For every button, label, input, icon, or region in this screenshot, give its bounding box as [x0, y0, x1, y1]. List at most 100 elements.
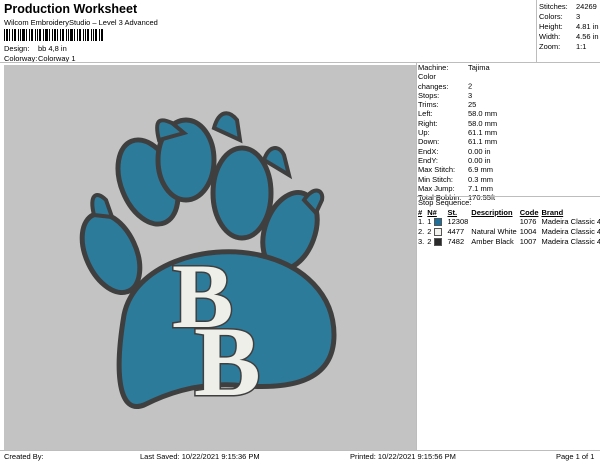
row-description — [471, 217, 519, 227]
spec-label: Left: — [418, 109, 433, 119]
spec-label: Trims: — [418, 100, 439, 110]
stop-sequence-title: Stop Sequence: — [418, 198, 472, 207]
color-swatch — [434, 228, 443, 237]
design-row: Design: bb 4,8 in — [4, 44, 67, 53]
spec-label: Min Stitch: — [418, 174, 454, 184]
design-value: bb 4,8 in — [38, 44, 67, 53]
spec-value: 6.9 mm — [468, 165, 494, 175]
barcode-image — [4, 29, 103, 41]
row-num: 2. — [418, 227, 425, 236]
spec-value: 7.1 mm — [468, 183, 494, 193]
col-description: Description — [471, 208, 513, 217]
header-divider — [0, 62, 600, 63]
row-brand: Madeira Classic 40 — [541, 227, 600, 236]
last-saved: Last Saved: 10/22/2021 9:15:36 PM — [140, 452, 260, 461]
design-preview: B B — [4, 65, 416, 450]
row-code: 1076 — [519, 217, 537, 226]
stat-colors: Colors: 3 — [539, 12, 599, 22]
stat-label: Height: — [539, 22, 563, 31]
spec-label: Max Stitch: — [418, 165, 456, 175]
stat-zoom: Zoom: 1:1 — [539, 42, 599, 52]
row-brand: Madeira Classic 40 — [541, 217, 600, 226]
spec-label: Color changes: — [418, 72, 449, 91]
spec-value: 25 — [468, 100, 477, 110]
spec-value: 58.0 mm — [468, 109, 498, 119]
spec-value: 170.55ft — [468, 193, 496, 203]
row-num: 1. — [418, 217, 425, 226]
spec-row: Max Jump: 7.1 mm — [418, 184, 497, 193]
color-swatch — [434, 218, 443, 227]
table-header-row: # N# St. Description Code Brand — [418, 208, 600, 217]
spec-label: EndX: — [418, 146, 439, 156]
spec-row: Trims: 25 — [418, 100, 497, 109]
table-row: 2. 2 4477 Natural White 1004 Madeira Classic … — [418, 227, 600, 237]
spec-label: Down: — [418, 137, 440, 147]
spec-label: Machine: — [418, 63, 449, 72]
needle-number: 2 — [427, 237, 432, 246]
created-by: Created By: — [4, 452, 44, 461]
row-code: 1004 — [519, 227, 537, 236]
spec-value: 2 — [468, 81, 473, 91]
printed-date: Printed: 10/22/2021 9:15:56 PM — [350, 452, 456, 461]
col-stitches: St. — [447, 208, 458, 217]
needle-number: 2 — [427, 227, 432, 236]
spec-value: 0.3 mm — [468, 174, 494, 184]
color-swatch — [434, 238, 443, 247]
row-stitches: 12308 — [447, 217, 469, 226]
page-number: Page 1 of 1 — [556, 452, 595, 461]
row-num: 3. — [418, 237, 425, 246]
letter-b-bottom: B — [194, 306, 261, 417]
spec-row: EndY: 0.00 in — [418, 156, 497, 165]
specs-divider — [416, 62, 417, 450]
spec-row: Stops: 3 — [418, 91, 497, 100]
stat-value: 1:1 — [576, 42, 587, 51]
row-needle: 2 — [427, 227, 447, 237]
stat-value: 3 — [576, 12, 581, 21]
spec-row: Up: 61.1 mm — [418, 128, 497, 137]
spec-label: Stops: — [418, 90, 440, 100]
spec-value: 0.00 in — [468, 146, 491, 156]
stat-label: Width: — [539, 32, 561, 41]
row-code: 1007 — [519, 237, 537, 246]
spec-label: Max Jump: — [418, 183, 455, 193]
stat-label: Stitches: — [539, 2, 568, 11]
spec-row: Right: 58.0 mm — [418, 119, 497, 128]
row-needle: 2 — [427, 237, 447, 247]
spec-row: Max Stitch: 6.9 mm — [418, 165, 497, 174]
stats-divider — [536, 0, 537, 62]
bear-paw-design: B B — [79, 111, 337, 419]
needle-number: 1 — [427, 217, 432, 226]
table-row: 3. 2 7482 Amber Black 1007 Madeira Classic 40 — [418, 237, 600, 247]
stop-sequence-divider — [416, 196, 600, 197]
stat-value: 24269 — [576, 2, 597, 11]
stat-label: Zoom: — [539, 42, 561, 51]
stop-sequence-table: # N# St. Description Code Brand 1. 1 12308… — [418, 208, 600, 247]
spec-label: Right: — [418, 118, 438, 128]
col-num: # — [418, 208, 423, 217]
stat-height: Height: 4.81 in — [539, 22, 599, 32]
spec-value: 58.0 mm — [468, 118, 498, 128]
machine-specs: Machine: Tajima Color changes: 2 Stops: 3 Trim… — [418, 63, 497, 202]
spec-value: 61.1 mm — [468, 137, 498, 147]
spec-row: Min Stitch: 0.3 mm — [418, 175, 497, 184]
row-needle: 1 — [427, 217, 447, 227]
row-stitches: 4477 — [447, 227, 465, 236]
spec-value: 3 — [468, 90, 473, 100]
design-label: Design: — [4, 44, 30, 53]
spec-label: Up: — [418, 128, 430, 138]
spec-value: 0.00 in — [468, 155, 491, 165]
stat-value: 4.81 in — [576, 22, 599, 31]
spec-row: Color changes: 2 — [418, 72, 497, 91]
worksheet-title: Production Worksheet — [4, 2, 138, 16]
spec-value: 61.1 mm — [468, 128, 498, 138]
spec-row: EndX: 0.00 in — [418, 147, 497, 156]
spec-row: Down: 61.1 mm — [418, 137, 497, 146]
row-description: Amber Black — [471, 237, 514, 246]
row-description: Natural White — [471, 227, 517, 236]
top-stats: Stitches: 24269 Colors: 3 Height: 4.81 in W… — [539, 2, 599, 52]
spec-row: Machine: Tajima — [418, 63, 497, 72]
stat-stitches: Stitches: 24269 — [539, 2, 599, 12]
stat-label: Colors: — [539, 12, 563, 21]
table-row: 1. 1 12308 1076 Madeira Classic 40 — [418, 217, 600, 227]
col-brand: Brand — [541, 208, 564, 217]
